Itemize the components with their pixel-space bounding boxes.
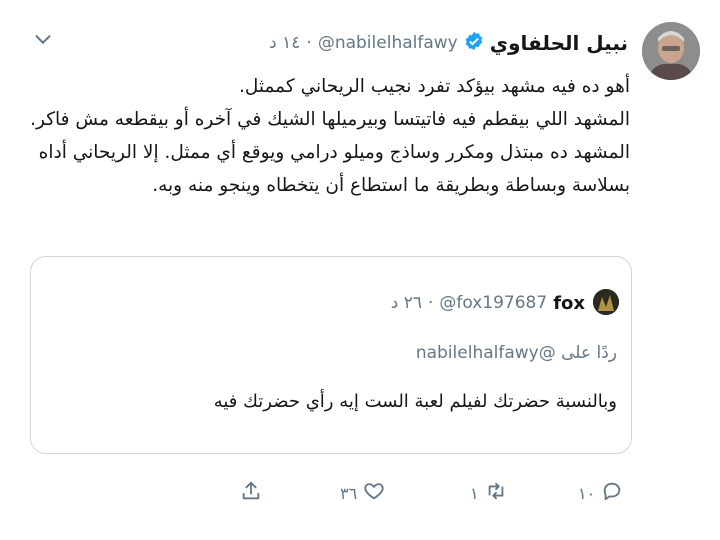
quoted-author-name[interactable]: fox [553,293,585,314]
share-icon [240,480,262,506]
reply-icon [601,480,623,506]
header-separator: · [306,33,312,53]
quoted-author-avatar[interactable] [593,289,619,315]
author-handle[interactable]: @nabilelhalfawy [318,33,458,53]
tweet-text-line: المشهد ده مبتذل ومكرر وساذج وميلو درامي … [38,142,630,163]
retweet-icon [485,480,507,506]
tweet-text-line: أهو ده فيه مشهد بيؤكد تفرد نجيب الريحاني… [239,76,630,97]
quoted-header: fox @fox197687 · ٢٦ د [391,289,585,317]
reply-count: ١٠ [578,483,596,503]
reply-mention[interactable]: @nabilelhalfawy [416,343,556,363]
retweet-count: ١ [470,483,479,503]
reply-prefix: ردًا على [561,343,617,363]
quoted-tweet[interactable]: fox @fox197687 · ٢٦ د ردًا على @nabilelh… [30,256,632,454]
quoted-timestamp[interactable]: ٢٦ د [391,293,422,313]
quoted-author-handle[interactable]: @fox197687 [439,293,547,313]
tweet-timestamp[interactable]: ١٤ د [269,33,300,53]
tweet-actions: ٣٦ ١ ١٠ [240,480,640,516]
like-count: ٣٦ [340,483,358,503]
tweet-card[interactable]: نبيل الحلفاوي @nabilelhalfawy · ١٤ د أهو… [0,0,720,540]
heart-icon [363,480,385,506]
quoted-separator: · [427,293,434,313]
quoted-text: وبالنسبة حضرتك لفيلم لعبة الست إيه رأي ح… [213,391,617,412]
reply-button[interactable]: ١٠ [578,480,623,506]
tweet-text: أهو ده فيه مشهد بيؤكد تفرد نجيب الريحاني… [20,70,630,202]
like-button[interactable]: ٣٦ [340,480,385,506]
author-name[interactable]: نبيل الحلفاوي [490,31,628,55]
reply-context: ردًا على @nabilelhalfawy [416,343,617,363]
tweet-text-line: المشهد اللي بيقطم فيه فاتيتسا وبيرميلها … [30,109,630,130]
share-button[interactable] [240,480,262,506]
retweet-button[interactable]: ١ [470,480,507,506]
tweet-header: نبيل الحلفاوي @nabilelhalfawy · ١٤ د [269,28,628,58]
tweet-text-line: بسلاسة وبساطة وبطريقة ما استطاع أن يتخطا… [152,175,630,196]
verified-badge-icon [464,31,484,55]
chevron-down-icon[interactable] [32,28,54,50]
author-avatar[interactable] [642,22,700,80]
